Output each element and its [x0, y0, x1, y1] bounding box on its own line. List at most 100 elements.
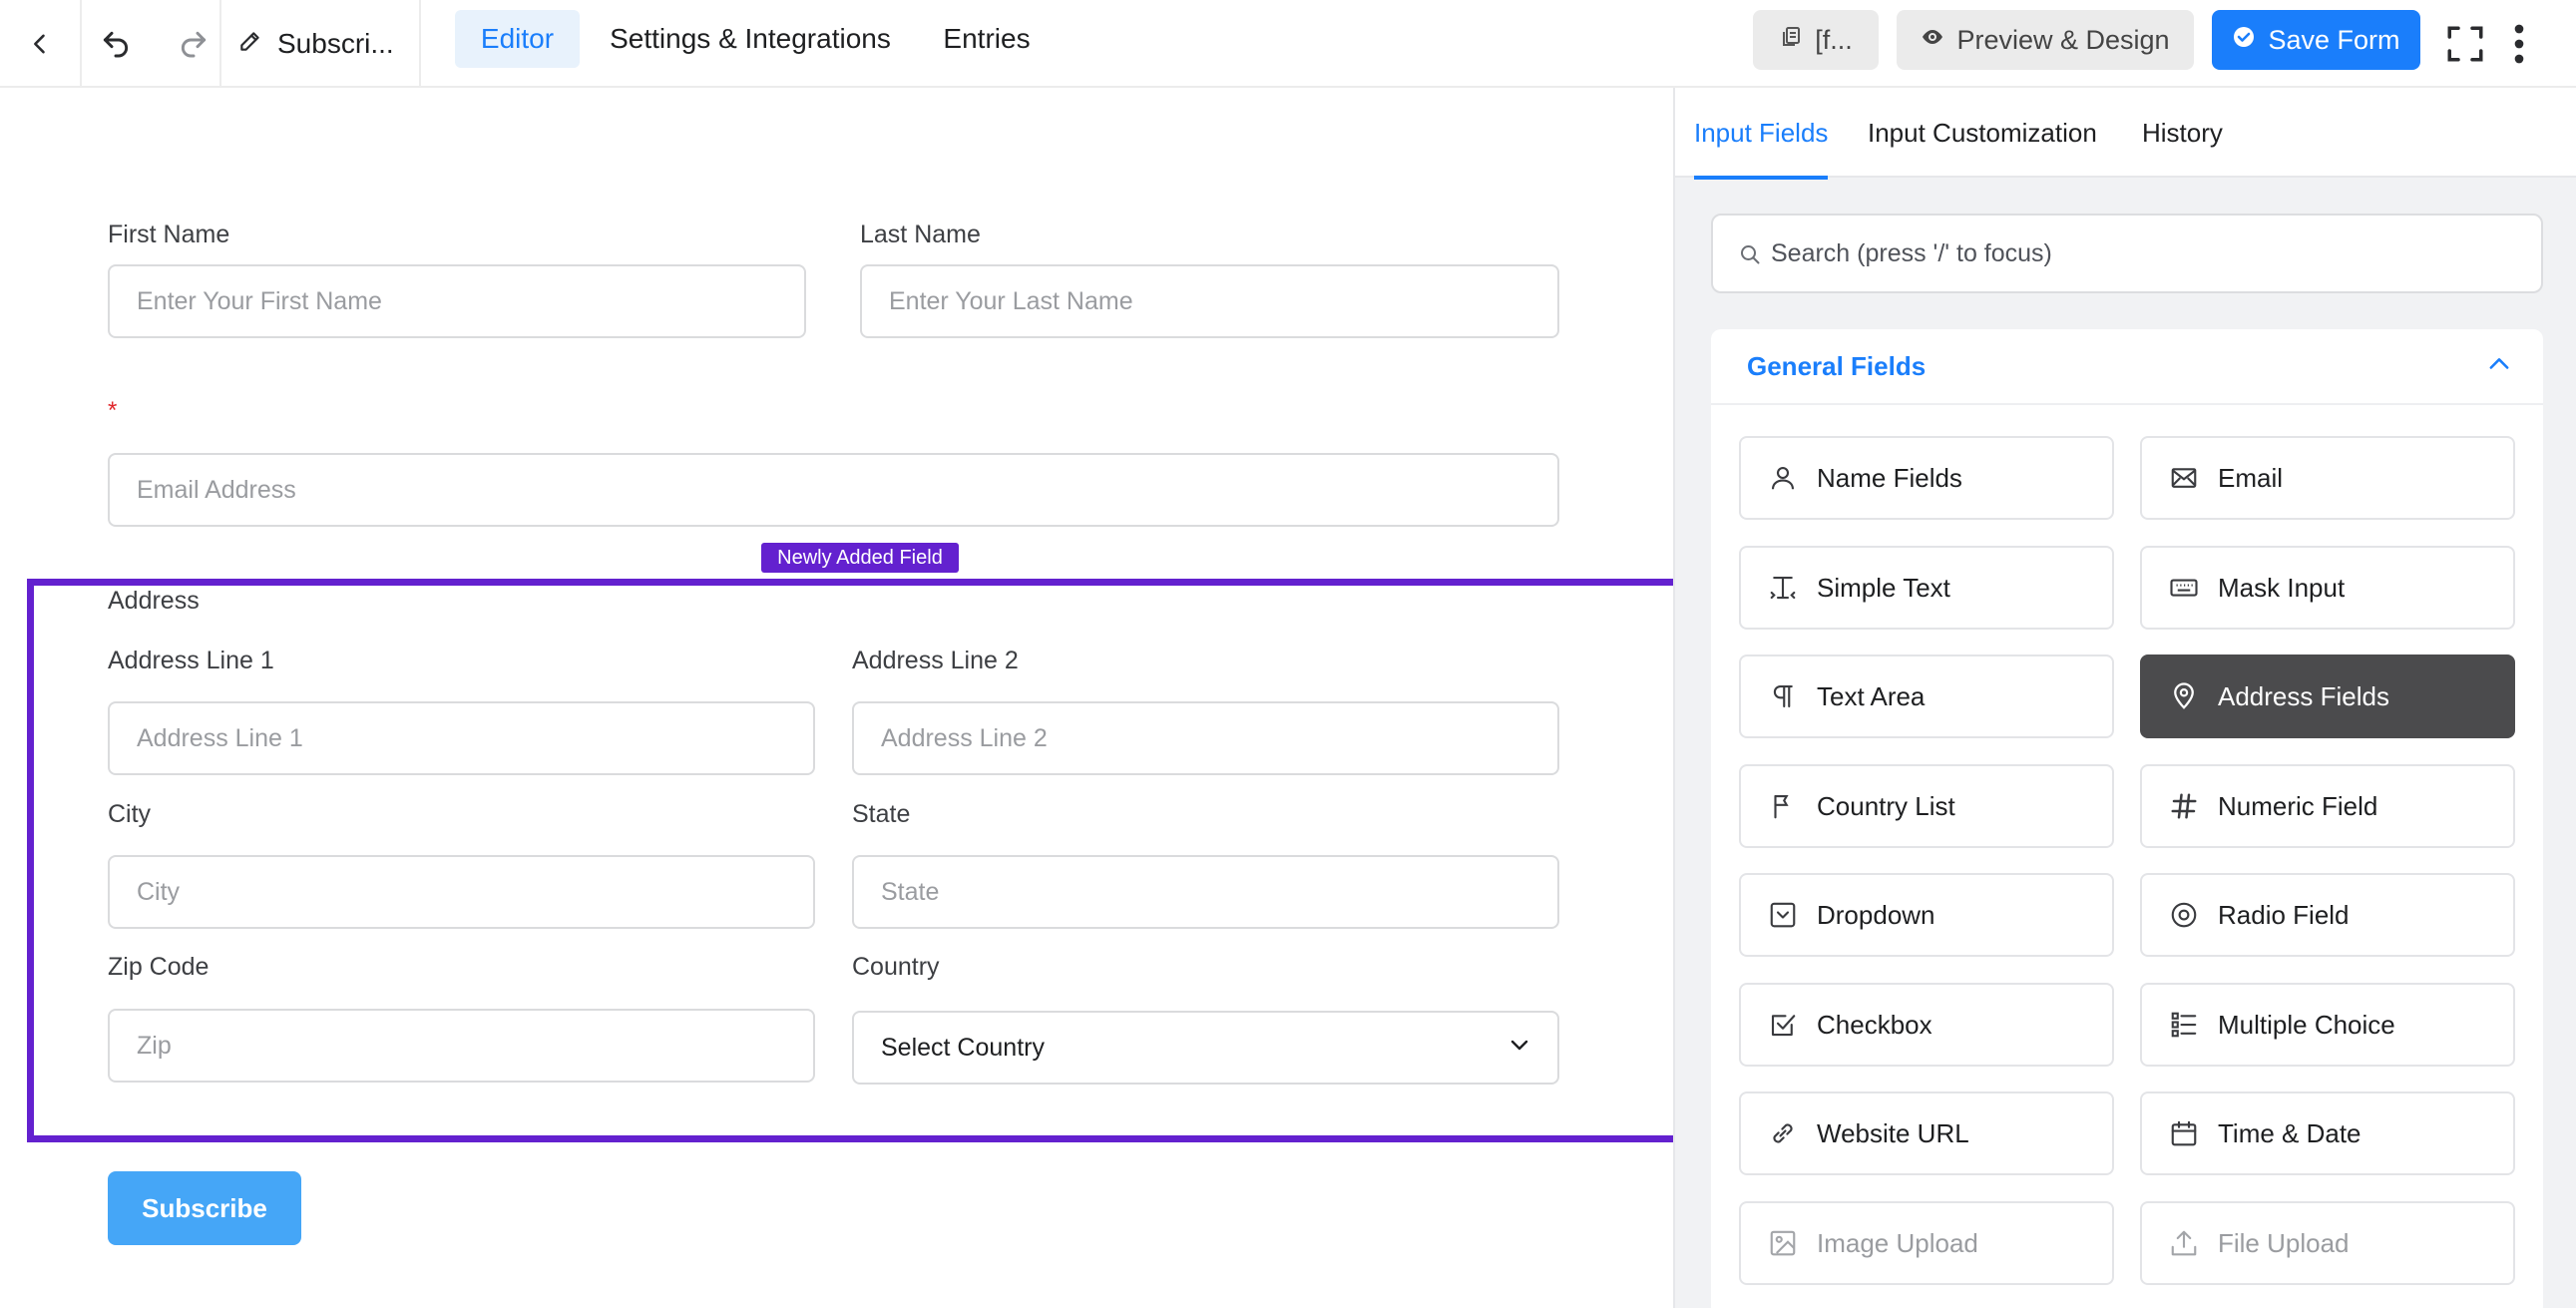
field-label: Email [2218, 462, 2284, 493]
field-time-date[interactable]: Time & Date [2140, 1091, 2515, 1175]
more-vertical-icon[interactable] [2504, 0, 2534, 88]
field-label: Text Area [1817, 680, 1926, 711]
subscribe-button[interactable]: Subscribe [108, 1171, 301, 1245]
top-toolbar: Subscri... Editor Settings & Integration… [0, 0, 2576, 88]
field-label: Checkbox [1817, 1009, 1932, 1040]
save-label: Save Form [2268, 24, 2400, 55]
text-cursor-icon [1767, 572, 1799, 604]
address-line2-input[interactable]: Address Line 2 [852, 701, 1559, 775]
calendar-icon [2168, 1117, 2200, 1149]
field-label: Multiple Choice [2218, 1009, 2395, 1040]
preview-label: Preview & Design [1956, 24, 2170, 55]
field-label: Country List [1817, 790, 1955, 821]
field-label: Simple Text [1817, 572, 1950, 603]
state-label: State [852, 800, 911, 828]
list-icon [2168, 1009, 2200, 1041]
city-label: City [108, 800, 152, 828]
general-fields-header[interactable]: General Fields [1711, 329, 2543, 405]
field-search-input[interactable]: Search (press '/' to focus) [1711, 214, 2543, 293]
newly-added-badge: Newly Added Field [761, 543, 959, 573]
field-label: Website URL [1817, 1117, 1969, 1148]
field-label: Numeric Field [2218, 790, 2378, 821]
field-mask-input[interactable]: Mask Input [2140, 546, 2515, 630]
field-label: Radio Field [2218, 899, 2350, 930]
undo-icon[interactable] [100, 28, 132, 60]
image-icon [1767, 1227, 1799, 1259]
check-circle-icon [2232, 25, 2256, 56]
field-radio-field[interactable]: Radio Field [2140, 873, 2515, 957]
email-field[interactable]: Email Address [108, 453, 1559, 527]
preview-design-button[interactable]: Preview & Design [1897, 10, 2194, 70]
field-numeric-field[interactable]: Numeric Field [2140, 764, 2515, 848]
address-line1-input[interactable]: Address Line 1 [108, 701, 815, 775]
field-checkbox[interactable]: Checkbox [1739, 983, 2114, 1067]
tab-history[interactable]: History [2142, 88, 2223, 178]
search-placeholder: Search (press '/' to focus) [1771, 238, 2052, 267]
first-name-label: First Name [108, 220, 230, 248]
country-label: Country [852, 953, 940, 981]
state-input[interactable]: State [852, 855, 1559, 929]
shortcode-label: [f... [1815, 24, 1853, 55]
field-text-area[interactable]: Text Area [1739, 654, 2114, 738]
shortcode-button[interactable]: [f... [1753, 10, 1879, 70]
field-image-upload[interactable]: Image Upload [1739, 1201, 2114, 1285]
user-icon [1767, 462, 1799, 494]
sidebar-tabs: Input Fields Input Customization History [1675, 88, 2576, 180]
field-name-fields[interactable]: Name Fields [1739, 436, 2114, 520]
general-fields-panel: General Fields Name Fields Email Simple … [1711, 329, 2543, 1308]
chevron-down-icon [1507, 1033, 1531, 1064]
field-label: Image Upload [1817, 1227, 1978, 1258]
zip-input[interactable]: Zip [108, 1009, 815, 1083]
field-label: File Upload [2218, 1227, 2350, 1258]
sidebar: Input Fields Input Customization History… [1673, 88, 2576, 1308]
field-label: Address Fields [2218, 680, 2389, 711]
field-address-fields[interactable]: Address Fields [2140, 654, 2515, 738]
paragraph-icon [1767, 680, 1799, 712]
zip-label: Zip Code [108, 953, 210, 981]
fullscreen-icon[interactable] [2442, 0, 2488, 88]
required-marker: * [108, 397, 118, 424]
tab-input-fields[interactable]: Input Fields [1694, 88, 1829, 180]
field-label: Time & Date [2218, 1117, 2361, 1148]
field-label: Dropdown [1817, 899, 1935, 930]
field-file-upload[interactable]: File Upload [2140, 1201, 2515, 1285]
save-form-button[interactable]: Save Form [2212, 10, 2420, 70]
hash-icon [2168, 790, 2200, 822]
field-multiple-choice[interactable]: Multiple Choice [2140, 983, 2515, 1067]
field-label: Name Fields [1817, 462, 1962, 493]
last-name-input[interactable]: Enter Your Last Name [860, 264, 1559, 338]
field-simple-text[interactable]: Simple Text [1739, 546, 2114, 630]
keyboard-icon [2168, 572, 2200, 604]
map-pin-icon [2168, 680, 2200, 712]
tab-input-customization[interactable]: Input Customization [1868, 88, 2097, 178]
tab-entries[interactable]: Entries [928, 10, 1046, 68]
back-icon[interactable] [0, 0, 80, 88]
history-controls [82, 0, 227, 88]
copy-icon [1779, 25, 1803, 56]
field-label: Mask Input [2218, 572, 2346, 603]
tab-editor[interactable]: Editor [455, 10, 580, 68]
tab-settings-integrations[interactable]: Settings & Integrations [595, 10, 906, 68]
dropdown-icon [1767, 899, 1799, 931]
country-select[interactable]: Select Country [852, 1011, 1559, 1085]
form-title-text: Subscri... [277, 28, 394, 59]
field-dropdown[interactable]: Dropdown [1739, 873, 2114, 957]
eye-icon [1921, 25, 1944, 56]
address-group-label: Address [108, 587, 200, 615]
checkbox-icon [1767, 1009, 1799, 1041]
field-website-url[interactable]: Website URL [1739, 1091, 2114, 1175]
flag-icon [1767, 790, 1799, 822]
chevron-up-icon[interactable] [2485, 350, 2513, 383]
envelope-icon [2168, 462, 2200, 494]
address-line1-label: Address Line 1 [108, 647, 274, 674]
form-title[interactable]: Subscri... [237, 0, 409, 88]
field-email[interactable]: Email [2140, 436, 2515, 520]
field-country-list[interactable]: Country List [1739, 764, 2114, 848]
general-fields-title: General Fields [1747, 350, 1927, 381]
redo-icon[interactable] [178, 28, 210, 60]
radio-icon [2168, 899, 2200, 931]
upload-icon [2168, 1227, 2200, 1259]
first-name-input[interactable]: Enter Your First Name [108, 264, 806, 338]
country-select-value: Select Country [881, 1033, 1045, 1062]
city-input[interactable]: City [108, 855, 815, 929]
